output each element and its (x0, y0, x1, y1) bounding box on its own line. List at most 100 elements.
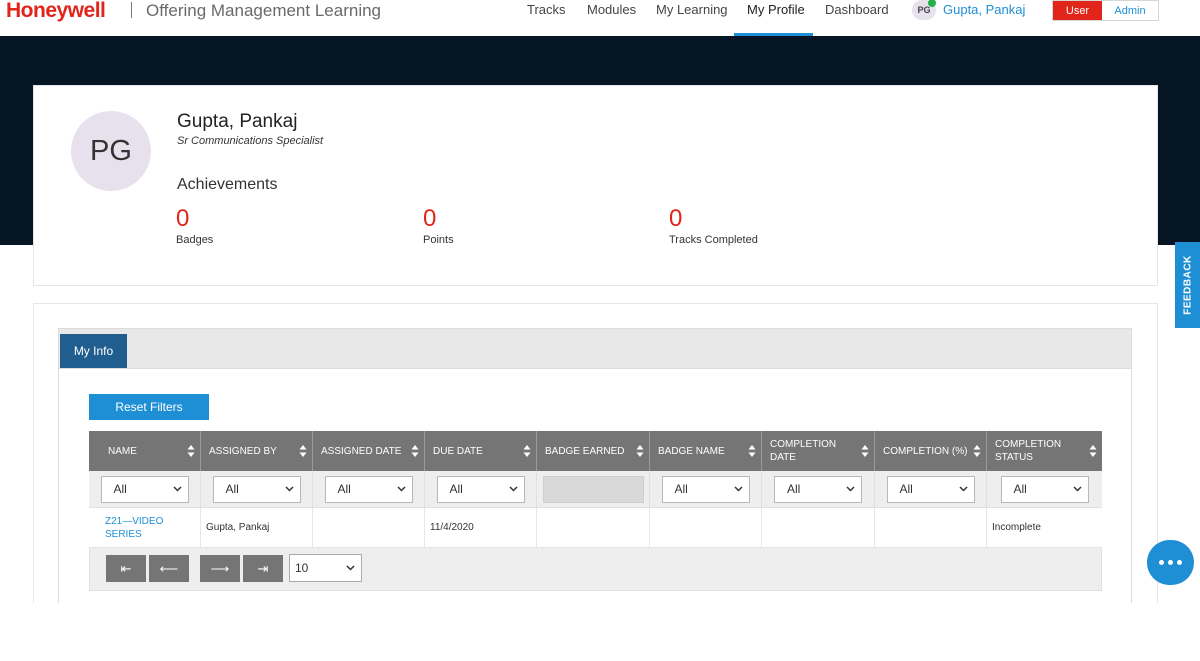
profile-avatar: PG (71, 111, 151, 191)
filter-completion-percent-select[interactable]: All (886, 475, 975, 503)
nav-dashboard[interactable]: Dashboard (825, 2, 889, 18)
badges-count: 0 (176, 205, 190, 232)
pagination-bar: ⇤ ⟵ ⟶ ⇥ 10 (89, 548, 1102, 591)
tabs-bar (58, 328, 1132, 369)
column-header-completion-status[interactable]: COMPLETION STATUS (987, 431, 1102, 471)
next-page-button[interactable]: ⟶ (200, 555, 240, 582)
chevron-down-icon (1072, 485, 1082, 492)
column-header-assigned-date[interactable]: ASSIGNED DATE (313, 431, 425, 471)
column-header-badge-name[interactable]: BADGE NAME (650, 431, 762, 471)
achievement-tracks-completed: 0 Tracks Completed (669, 206, 758, 247)
role-admin-button[interactable]: Admin (1102, 1, 1158, 20)
filter-cell: All (201, 471, 313, 507)
cell-assigned-date (313, 508, 425, 547)
filter-assigned-date-select[interactable]: All (324, 475, 413, 503)
chevron-down-icon (733, 485, 743, 492)
nav-tracks[interactable]: Tracks (527, 2, 566, 18)
honeywell-logo[interactable]: Honeywell (6, 0, 106, 22)
filter-assigned-by-select[interactable]: All (212, 475, 301, 503)
page-size-value: 10 (295, 561, 309, 575)
reset-filters-button[interactable]: Reset Filters (89, 394, 209, 420)
last-page-button[interactable]: ⇥ (243, 555, 283, 582)
sort-icon (299, 445, 307, 457)
table-header-row: NAME ASSIGNED BY ASSIGNED DATE DUE DATE … (89, 431, 1102, 471)
chevron-down-icon (508, 485, 518, 492)
filter-cell: All (987, 471, 1102, 507)
filter-value: All (1013, 481, 1027, 496)
filter-cell: All (650, 471, 762, 507)
filter-cell: All (762, 471, 875, 507)
previous-page-button[interactable]: ⟵ (149, 555, 189, 582)
column-header-completion-date[interactable]: COMPLETION DATE (762, 431, 875, 471)
column-header-label: BADGE NAME (658, 445, 725, 457)
filter-completion-status-select[interactable]: All (1000, 475, 1089, 503)
sort-icon (748, 445, 756, 457)
column-header-label: BADGE EARNED (545, 445, 625, 457)
badges-label: Badges (176, 234, 214, 246)
cell-completion-status: Incomplete (992, 522, 1041, 533)
column-header-due-date[interactable]: DUE DATE (425, 431, 537, 471)
cell-badge-earned (537, 508, 650, 547)
chevron-down-icon (958, 485, 968, 492)
column-header-assigned-by[interactable]: ASSIGNED BY (201, 431, 313, 471)
cell-completion-percent (875, 508, 987, 547)
chevron-down-icon (846, 485, 855, 492)
user-name-link[interactable]: Gupta, Pankaj (943, 2, 1025, 18)
column-header-label: COMPLETION DATE (770, 439, 837, 463)
filter-name-select[interactable]: All (100, 475, 189, 503)
cell-name-link[interactable]: Z21—VIDEO SERIES (89, 508, 201, 547)
sort-icon (636, 445, 644, 457)
column-header-label: NAME (108, 445, 137, 457)
filter-badge-name-select[interactable]: All (661, 475, 750, 503)
sort-icon (187, 445, 195, 457)
filter-value: All (787, 481, 801, 496)
tab-my-info[interactable]: My Info (60, 334, 127, 368)
filter-value: All (674, 481, 688, 496)
table-filter-row: All All All All All All All All (89, 471, 1102, 508)
nav-my-learning[interactable]: My Learning (656, 2, 728, 18)
column-header-label: COMPLETION STATUS (995, 439, 1062, 463)
sort-icon (861, 445, 869, 457)
filter-completion-date-select[interactable]: All (774, 475, 862, 503)
nav-modules[interactable]: Modules (587, 2, 636, 18)
cell-due-date: 11/4/2020 (425, 508, 537, 547)
tracks-completed-count: 0 (669, 205, 683, 232)
sort-icon (1089, 445, 1097, 457)
profile-job-title: Sr Communications Specialist (177, 135, 324, 147)
feedback-label: FEEDBACK (1182, 255, 1193, 315)
column-header-label: ASSIGNED BY (209, 445, 277, 457)
column-header-label: COMPLETION (%) (883, 445, 968, 457)
logo-divider (131, 2, 132, 18)
app-title: Offering Management Learning (146, 1, 382, 20)
filter-badge-earned-disabled (542, 475, 644, 503)
chat-button[interactable] (1147, 540, 1194, 585)
first-page-button[interactable]: ⇤ (106, 555, 146, 582)
learning-table: NAME ASSIGNED BY ASSIGNED DATE DUE DATE … (89, 431, 1102, 591)
cell-badge-name (650, 508, 762, 547)
nav-my-profile[interactable]: My Profile (747, 2, 805, 18)
filter-value: All (337, 481, 351, 496)
column-header-label: DUE DATE (433, 445, 483, 457)
filter-cell (537, 471, 650, 507)
cell-completion-date (762, 508, 875, 547)
achievement-points: 0 Points (423, 206, 454, 247)
column-header-label: ASSIGNED DATE (321, 445, 402, 457)
filter-value: All (899, 481, 913, 496)
role-user-button[interactable]: User (1053, 1, 1102, 20)
column-header-completion-percent[interactable]: COMPLETION (%) (875, 431, 987, 471)
achievement-badges: 0 Badges (176, 206, 213, 247)
filter-cell: All (313, 471, 425, 507)
filter-value: All (449, 481, 463, 496)
table-row: Z21—VIDEO SERIES Gupta, Pankaj 11/4/2020… (89, 508, 1102, 548)
filter-cell: All (425, 471, 537, 507)
achievements-heading: Achievements (177, 176, 278, 193)
filter-due-date-select[interactable]: All (436, 475, 525, 503)
chevron-down-icon (284, 485, 294, 492)
column-header-badge-earned[interactable]: BADGE EARNED (537, 431, 650, 471)
chevron-down-icon (396, 485, 406, 492)
feedback-tab[interactable]: FEEDBACK (1175, 242, 1200, 328)
page-size-select[interactable]: 10 (289, 554, 362, 582)
sort-icon (411, 445, 419, 457)
column-header-name[interactable]: NAME (89, 431, 201, 471)
chevron-down-icon (172, 485, 182, 492)
